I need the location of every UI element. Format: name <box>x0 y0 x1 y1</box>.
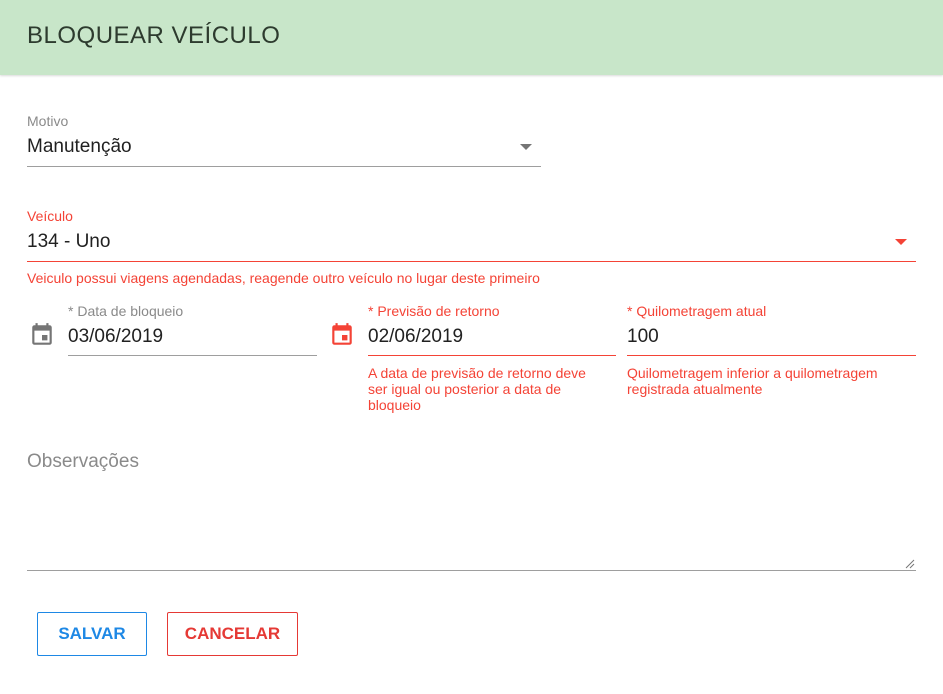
quilometragem-underline <box>627 355 916 356</box>
quilometragem-error: Quilometragem inferior a quilometragem r… <box>627 365 878 397</box>
chevron-down-icon[interactable] <box>895 239 907 245</box>
veiculo-error: Veiculo possui viagens agendadas, reagen… <box>27 270 540 286</box>
observacoes-textarea[interactable] <box>27 440 916 571</box>
veiculo-value[interactable]: 134 - Uno <box>27 231 110 253</box>
resize-handle-icon[interactable] <box>903 557 915 569</box>
page-title: BLOQUEAR VEÍCULO <box>27 22 281 49</box>
previsao-retorno-error: A data de previsão de retorno deve ser i… <box>368 365 586 413</box>
save-button[interactable]: SALVAR <box>37 612 147 656</box>
motivo-value[interactable]: Manutenção <box>27 136 132 158</box>
data-bloqueio-label: * Data de bloqueio <box>68 303 184 319</box>
quilometragem-value[interactable]: 100 <box>627 326 659 348</box>
quilometragem-label: * Quilometragem atual <box>627 303 767 319</box>
veiculo-label: Veículo <box>27 208 73 224</box>
observacoes-placeholder: Observações <box>27 451 139 472</box>
data-bloqueio-value[interactable]: 03/06/2019 <box>68 326 163 348</box>
data-bloqueio-underline <box>68 355 317 356</box>
veiculo-underline <box>27 261 916 262</box>
previsao-retorno-value[interactable]: 02/06/2019 <box>368 326 463 348</box>
motivo-underline <box>27 166 541 167</box>
motivo-label: Motivo <box>27 113 69 129</box>
previsao-retorno-label: * Previsão de retorno <box>368 303 500 319</box>
cancel-button[interactable]: CANCELAR <box>167 612 298 656</box>
dialog-header: BLOQUEAR VEÍCULO <box>0 0 943 75</box>
calendar-icon[interactable] <box>329 322 355 348</box>
chevron-down-icon[interactable] <box>520 144 532 150</box>
previsao-retorno-underline <box>368 355 616 356</box>
calendar-icon[interactable] <box>29 322 55 348</box>
